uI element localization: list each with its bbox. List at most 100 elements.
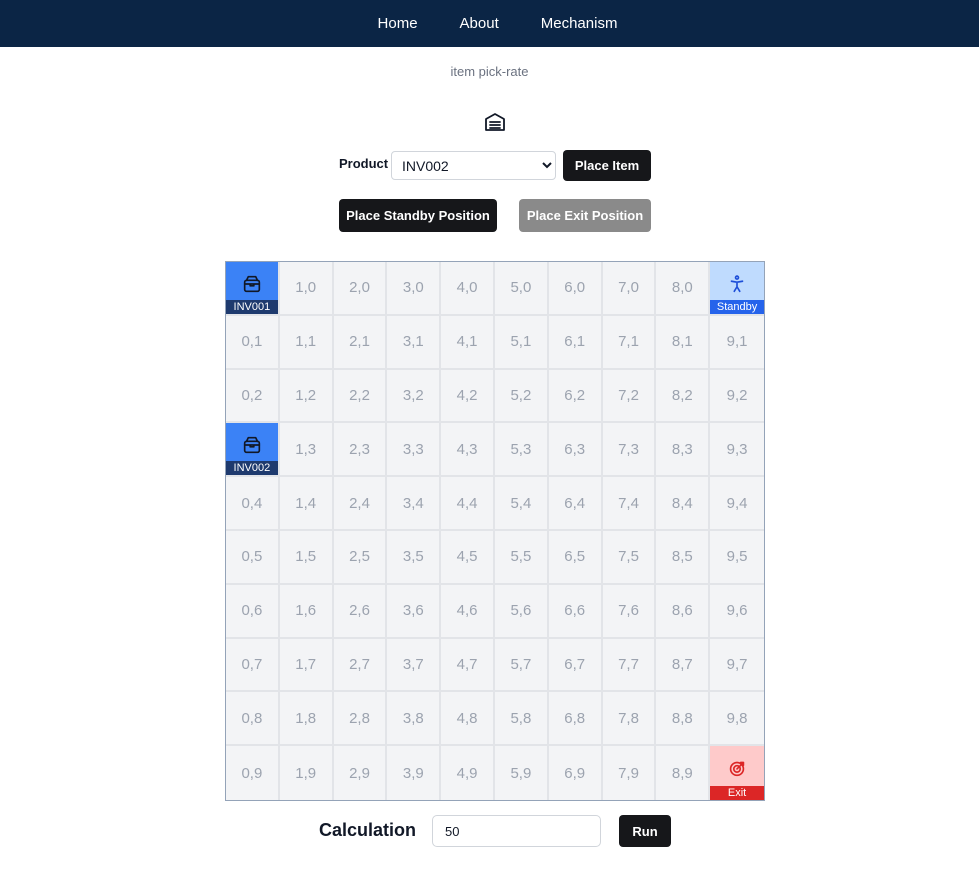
grid-cell[interactable]: 6,7 xyxy=(548,638,603,693)
grid-cell[interactable]: 6,1 xyxy=(548,315,603,370)
grid-cell[interactable]: 1,0 xyxy=(279,262,334,316)
grid-cell[interactable]: 5,5 xyxy=(494,530,549,585)
place-exit-button[interactable]: Place Exit Position xyxy=(519,199,651,232)
grid-cell[interactable]: 7,9 xyxy=(603,746,657,800)
calculation-input[interactable] xyxy=(432,815,601,847)
grid-cell[interactable]: 6,8 xyxy=(548,692,603,747)
grid-cell[interactable]: 3,3 xyxy=(387,423,442,478)
nav-mechanism-link[interactable]: Mechanism xyxy=(520,15,639,32)
grid-cell-standby[interactable]: Standby xyxy=(710,262,764,316)
nav-about-link[interactable]: About xyxy=(439,15,520,32)
grid-cell[interactable]: 9,2 xyxy=(710,370,764,424)
grid-cell[interactable]: 8,8 xyxy=(656,692,711,747)
grid-cell[interactable]: 8,4 xyxy=(656,477,711,531)
grid-cell[interactable]: 5,8 xyxy=(494,692,549,747)
grid-cell[interactable]: 5,4 xyxy=(494,477,549,531)
grid-cell[interactable]: 3,1 xyxy=(387,315,442,370)
product-select[interactable]: INV002 xyxy=(391,151,556,180)
grid-cell[interactable]: 6,5 xyxy=(548,530,603,585)
grid-cell[interactable]: 8,2 xyxy=(656,369,711,424)
grid-cell[interactable]: 9,5 xyxy=(710,531,764,585)
grid-cell[interactable]: 5,3 xyxy=(494,423,549,478)
grid-cell[interactable]: 4,4 xyxy=(441,477,495,531)
grid-cell[interactable]: 0,8 xyxy=(226,692,280,747)
grid-cell[interactable]: 4,9 xyxy=(441,746,495,800)
grid-cell[interactable]: 7,6 xyxy=(602,584,657,639)
grid-cell[interactable]: 2,6 xyxy=(333,584,388,639)
grid-cell[interactable]: 2,0 xyxy=(333,262,388,316)
grid-cell[interactable]: 2,5 xyxy=(333,530,388,585)
run-button[interactable]: Run xyxy=(619,815,671,847)
grid-cell[interactable]: 8,7 xyxy=(656,638,711,693)
grid-cell[interactable]: 1,6 xyxy=(279,584,334,639)
grid-cell[interactable]: 6,2 xyxy=(548,369,603,424)
grid-cell[interactable]: 5,1 xyxy=(494,315,549,370)
grid-cell[interactable]: 3,5 xyxy=(387,530,442,585)
grid-cell[interactable]: 8,0 xyxy=(656,262,711,316)
grid-cell[interactable]: 8,5 xyxy=(656,530,711,585)
grid-cell[interactable]: 9,3 xyxy=(710,423,764,478)
grid-cell[interactable]: 2,4 xyxy=(333,477,388,531)
grid-cell[interactable]: 0,2 xyxy=(226,369,280,424)
grid-cell[interactable]: 7,0 xyxy=(602,262,657,316)
grid-cell[interactable]: 0,9 xyxy=(226,746,280,800)
grid-cell[interactable]: 9,1 xyxy=(710,316,764,370)
grid-cell[interactable]: 1,3 xyxy=(279,423,334,478)
grid-cell[interactable]: 0,5 xyxy=(226,530,280,585)
grid-cell[interactable]: 8,1 xyxy=(656,315,711,370)
grid-cell[interactable]: 1,7 xyxy=(279,638,334,693)
grid-cell[interactable]: 2,7 xyxy=(333,638,388,693)
grid-cell[interactable]: 1,8 xyxy=(279,692,334,747)
grid-cell[interactable]: 3,7 xyxy=(387,638,442,693)
grid-cell[interactable]: 4,3 xyxy=(441,423,495,478)
grid-cell[interactable]: 5,6 xyxy=(494,584,549,639)
grid-cell[interactable]: 2,8 xyxy=(333,692,388,747)
grid-cell[interactable]: 2,9 xyxy=(334,746,388,800)
grid-cell[interactable]: 6,9 xyxy=(549,746,603,800)
grid-cell[interactable]: 0,6 xyxy=(226,584,280,639)
grid-cell[interactable]: 8,9 xyxy=(656,746,711,800)
grid-cell[interactable]: 3,9 xyxy=(387,746,442,800)
nav-home-link[interactable]: Home xyxy=(357,15,439,32)
grid-cell[interactable]: 1,2 xyxy=(279,369,334,424)
grid-cell[interactable]: 4,6 xyxy=(441,584,495,639)
grid-cell[interactable]: 9,7 xyxy=(710,639,764,693)
grid-cell-item[interactable]: INV002 xyxy=(226,423,280,478)
grid-cell[interactable]: 5,2 xyxy=(494,369,549,424)
grid-cell[interactable]: 7,8 xyxy=(602,692,657,747)
grid-cell[interactable]: 7,2 xyxy=(602,369,657,424)
grid-cell[interactable]: 9,4 xyxy=(710,477,764,531)
grid-cell[interactable]: 4,7 xyxy=(441,638,495,693)
grid-cell[interactable]: 5,9 xyxy=(495,746,549,800)
grid-cell[interactable]: 0,1 xyxy=(226,315,280,370)
grid-cell[interactable]: 7,5 xyxy=(602,530,657,585)
grid-cell[interactable]: 1,1 xyxy=(279,315,334,370)
grid-cell[interactable]: 5,7 xyxy=(494,638,549,693)
grid-cell[interactable]: 7,4 xyxy=(602,477,657,531)
grid-cell[interactable]: 7,3 xyxy=(602,423,657,478)
grid-cell[interactable]: 4,1 xyxy=(441,315,495,370)
grid-cell[interactable]: 4,0 xyxy=(441,262,495,316)
grid-cell[interactable]: 0,7 xyxy=(226,638,280,693)
grid-cell[interactable]: 1,5 xyxy=(279,530,334,585)
grid-cell[interactable]: 3,6 xyxy=(387,584,442,639)
grid-cell[interactable]: 9,6 xyxy=(710,585,764,639)
place-item-button[interactable]: Place Item xyxy=(563,150,651,181)
grid-cell[interactable]: 6,0 xyxy=(548,262,603,316)
grid-cell[interactable]: 4,5 xyxy=(441,530,495,585)
grid-cell[interactable]: 9,8 xyxy=(710,692,764,747)
grid-cell[interactable]: 7,7 xyxy=(602,638,657,693)
grid-cell[interactable]: 2,1 xyxy=(333,315,388,370)
grid-cell[interactable]: 6,4 xyxy=(548,477,603,531)
grid-cell[interactable]: 2,2 xyxy=(333,369,388,424)
grid-cell[interactable]: 2,3 xyxy=(333,423,388,478)
grid-cell[interactable]: 7,1 xyxy=(602,315,657,370)
grid-cell[interactable]: 6,6 xyxy=(548,584,603,639)
grid-cell[interactable]: 4,2 xyxy=(441,369,495,424)
grid-cell-item[interactable]: INV001 xyxy=(226,262,280,316)
grid-cell[interactable]: 1,9 xyxy=(280,746,334,800)
grid-cell[interactable]: 0,4 xyxy=(226,477,280,531)
grid-cell[interactable]: 3,8 xyxy=(387,692,442,747)
place-standby-button[interactable]: Place Standby Position xyxy=(339,199,497,232)
grid-cell[interactable]: 3,0 xyxy=(387,262,442,316)
